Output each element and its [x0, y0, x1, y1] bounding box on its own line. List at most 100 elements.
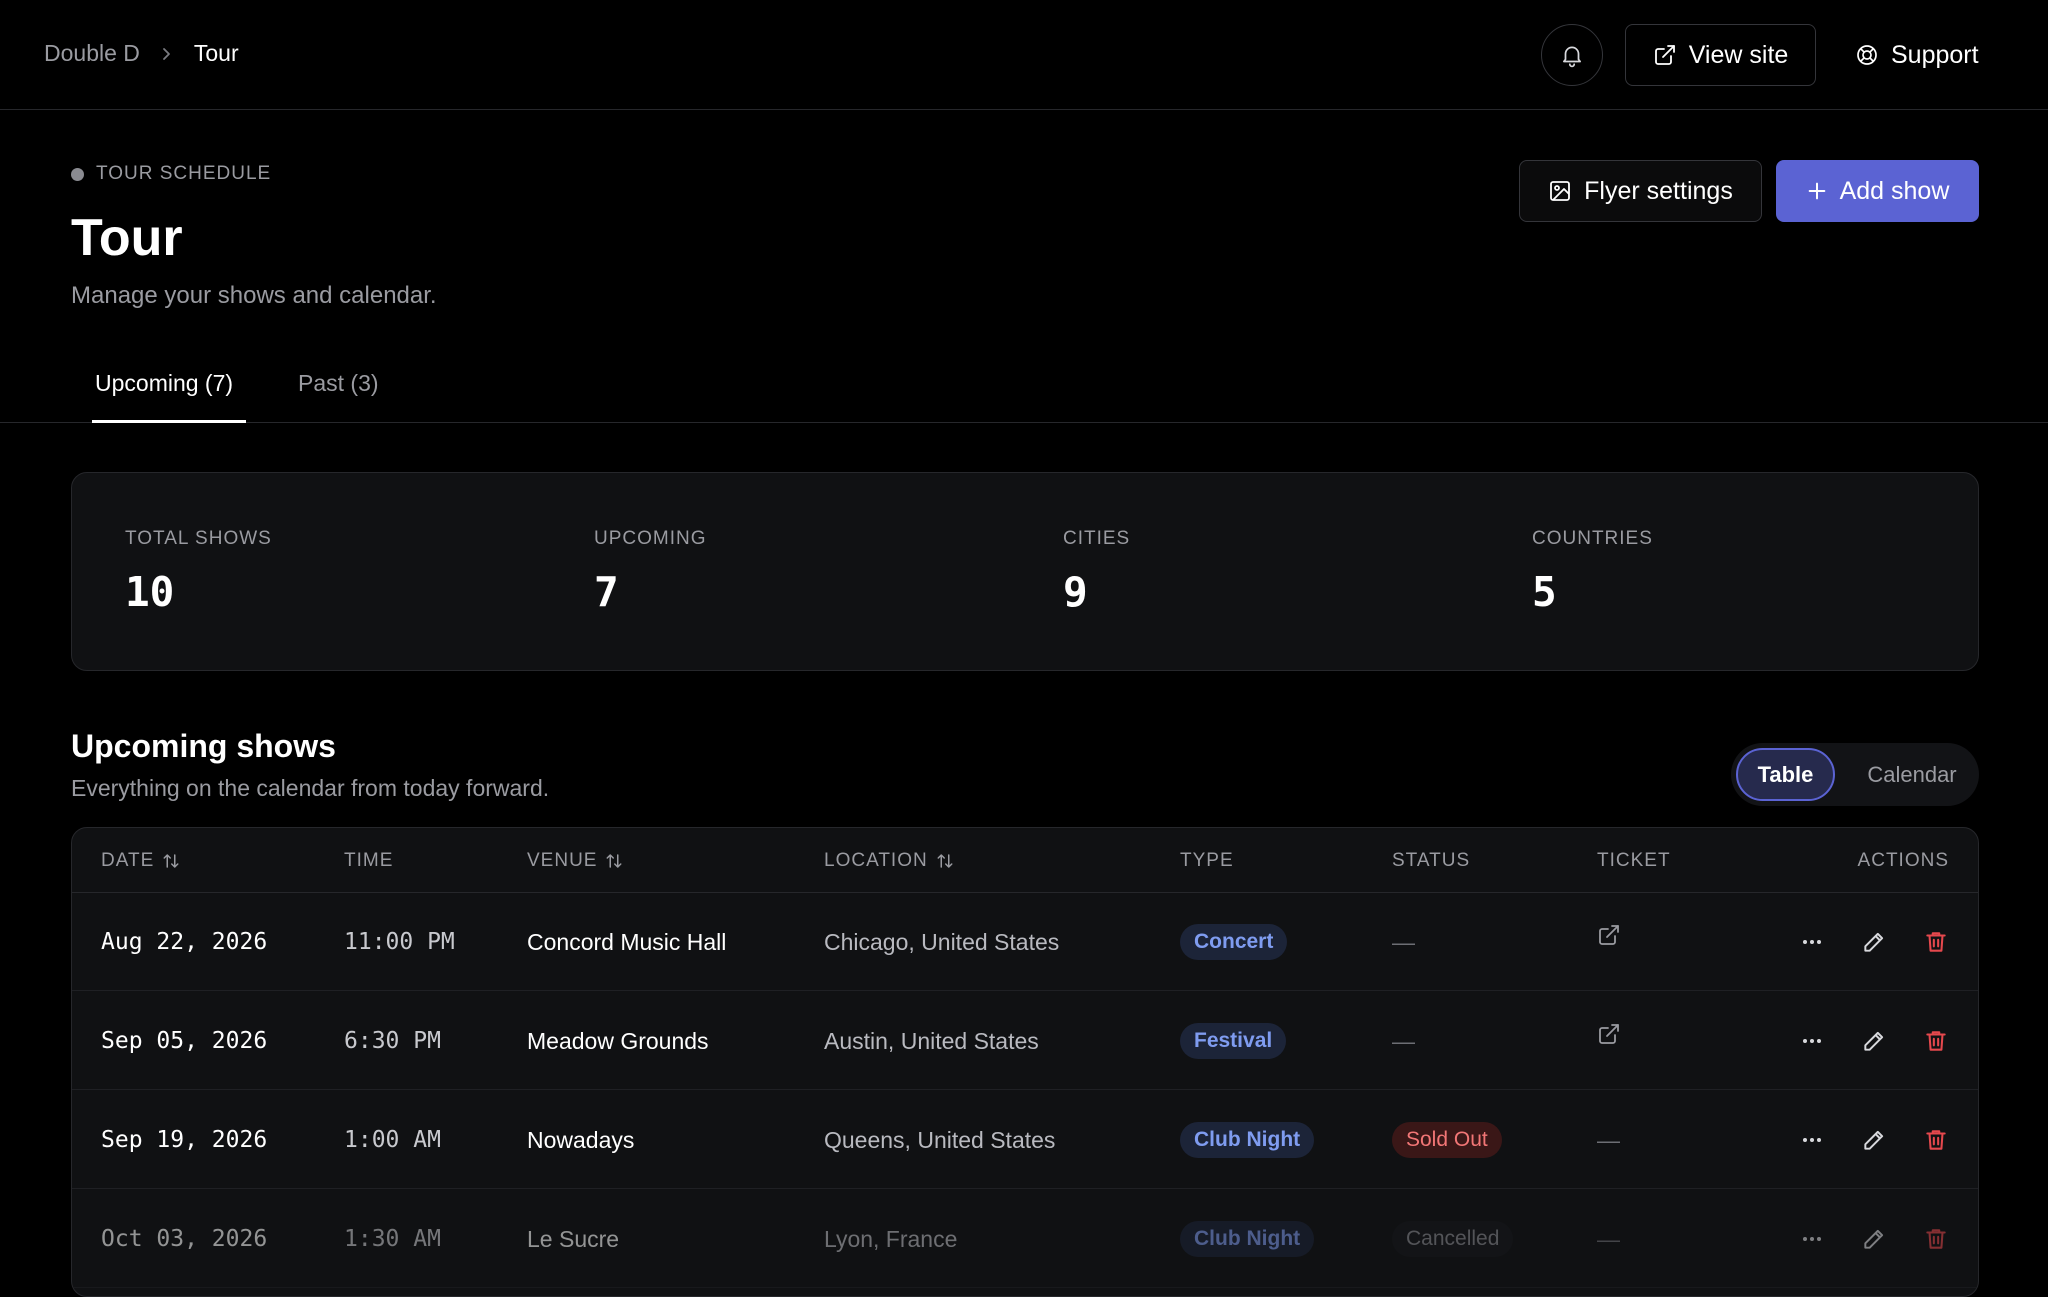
column-venue-label: VENUE: [527, 850, 598, 871]
external-link-icon: [1599, 1024, 1619, 1044]
more-horizontal-icon: [1803, 940, 1821, 944]
view-calendar-button[interactable]: Calendar: [1853, 748, 1971, 801]
more-horizontal-icon: [1803, 1039, 1821, 1043]
tab-upcoming[interactable]: Upcoming (7): [95, 370, 233, 397]
stat-value: 7: [594, 568, 619, 616]
edit-button[interactable]: [1843, 1208, 1905, 1270]
delete-button[interactable]: [1905, 1109, 1967, 1171]
support-label: Support: [1891, 40, 1979, 69]
cell-date: Sep 19, 2026: [101, 1127, 268, 1153]
status-badge: Cancelled: [1392, 1221, 1514, 1257]
stat-label: COUNTRIES: [1532, 528, 1653, 549]
support-button[interactable]: Support: [1855, 24, 1979, 86]
column-type-label: TYPE: [1180, 850, 1234, 871]
chevron-right-icon: [160, 47, 174, 61]
cell-time: 6:30 PM: [344, 1028, 441, 1054]
trash-icon: [1926, 1031, 1946, 1051]
cell-location: Queens, United States: [824, 1126, 1056, 1153]
cell-venue: Le Sucre: [527, 1225, 620, 1252]
edit-button[interactable]: [1843, 1010, 1905, 1072]
cell-type: Club Night: [1180, 1091, 1315, 1189]
pencil-icon: [1864, 1130, 1884, 1150]
table-row[interactable]: Oct 03, 2026 1:30 AM Le Sucre Lyon, Fran…: [72, 1190, 1978, 1288]
edit-button[interactable]: [1843, 911, 1905, 973]
ticket-link-button[interactable]: [1597, 923, 1621, 953]
column-location[interactable]: LOCATION: [824, 850, 954, 872]
type-badge: Concert: [1180, 924, 1288, 960]
table-row[interactable]: Sep 19, 2026 1:00 AM Nowadays Queens, Un…: [72, 1091, 1978, 1189]
cell-type: Concert: [1180, 893, 1288, 991]
trash-icon: [1926, 1229, 1946, 1249]
table-row[interactable]: Sep 05, 2026 6:30 PM Meadow Grounds Aust…: [72, 992, 1978, 1090]
type-badge: Festival: [1180, 1023, 1287, 1059]
flyer-settings-button[interactable]: Flyer settings: [1519, 160, 1762, 222]
cell-venue: Concord Music Hall: [527, 928, 727, 955]
type-badge: Club Night: [1180, 1221, 1315, 1257]
table-row[interactable]: Aug 22, 2026 11:00 PM Concord Music Hall…: [72, 893, 1978, 991]
more-button[interactable]: [1781, 1109, 1843, 1171]
cell-time: 1:00 AM: [344, 1127, 441, 1153]
view-table-button[interactable]: Table: [1736, 748, 1835, 801]
cell-type: Festival: [1180, 992, 1287, 1090]
cell-status: Cancelled: [1392, 1190, 1514, 1288]
column-date[interactable]: DATE: [101, 850, 180, 872]
stat-label: TOTAL SHOWS: [125, 528, 272, 549]
stat-countries: COUNTRIES 5: [1532, 528, 1653, 616]
delete-button[interactable]: [1905, 911, 1967, 973]
image-icon: [1550, 181, 1571, 201]
column-ticket: TICKET: [1597, 850, 1671, 872]
view-site-label: View site: [1688, 40, 1789, 69]
more-button[interactable]: [1781, 1010, 1843, 1072]
cell-venue: Meadow Grounds: [527, 1027, 709, 1054]
cell-time: 1:30 AM: [344, 1226, 441, 1252]
column-venue[interactable]: VENUE: [527, 850, 623, 872]
column-type: TYPE: [1180, 850, 1234, 872]
status-empty: —: [1392, 1027, 1415, 1054]
stat-label: UPCOMING: [594, 528, 707, 549]
flyer-settings-label: Flyer settings: [1584, 176, 1733, 205]
stat-value: 10: [125, 568, 175, 616]
cell-date: Sep 05, 2026: [101, 1028, 268, 1054]
breadcrumb-root[interactable]: Double D: [44, 40, 140, 67]
stat-total-shows: TOTAL SHOWS 10: [125, 528, 272, 616]
view-site-button[interactable]: View site: [1625, 24, 1816, 86]
notifications-button[interactable]: [1541, 24, 1603, 86]
cell-time: 11:00 PM: [344, 929, 455, 955]
tab-past[interactable]: Past (3): [298, 370, 379, 397]
page-subtitle: Manage your shows and calendar.: [71, 282, 437, 309]
top-bar: Double D Tour View site Support: [0, 0, 2048, 110]
delete-button[interactable]: [1905, 1010, 1967, 1072]
cell-ticket: —: [1597, 1190, 1620, 1288]
edit-button[interactable]: [1843, 1109, 1905, 1171]
stat-value: 9: [1063, 568, 1088, 616]
more-button[interactable]: [1781, 911, 1843, 973]
status-badge: Sold Out: [1392, 1122, 1502, 1158]
breadcrumb: Double D Tour: [44, 40, 239, 67]
tabs: Upcoming (7) Past (3): [0, 360, 2048, 423]
column-date-label: DATE: [101, 850, 155, 871]
table-header: DATE TIME VENUE LOCATION TYPE STATUS TIC…: [72, 828, 1978, 893]
cell-status: —: [1392, 992, 1415, 1090]
cell-ticket: [1597, 889, 1621, 987]
cell-ticket: —: [1597, 1091, 1620, 1189]
lifebuoy-icon: [1857, 45, 1877, 65]
section-title: Upcoming shows: [71, 728, 336, 764]
section-subtitle: Everything on the calendar from today fo…: [71, 775, 550, 801]
more-button[interactable]: [1781, 1208, 1843, 1270]
stat-cities: CITIES 9: [1063, 528, 1130, 616]
cell-actions: [1781, 1190, 1967, 1288]
trash-icon: [1926, 932, 1946, 952]
add-show-button[interactable]: Add show: [1776, 160, 1979, 222]
cell-status: Sold Out: [1392, 1091, 1502, 1189]
status-empty: —: [1392, 928, 1415, 955]
cell-location: Austin, United States: [824, 1027, 1039, 1054]
trash-icon: [1926, 1130, 1946, 1150]
ticket-link-button[interactable]: [1597, 1022, 1621, 1052]
plus-icon: [1808, 182, 1825, 200]
ticket-empty: —: [1597, 1225, 1620, 1252]
cell-actions: [1781, 893, 1967, 991]
column-status-label: STATUS: [1392, 850, 1471, 871]
delete-button[interactable]: [1905, 1208, 1967, 1270]
cell-location: Chicago, United States: [824, 928, 1060, 955]
active-tab-indicator: [92, 420, 246, 423]
